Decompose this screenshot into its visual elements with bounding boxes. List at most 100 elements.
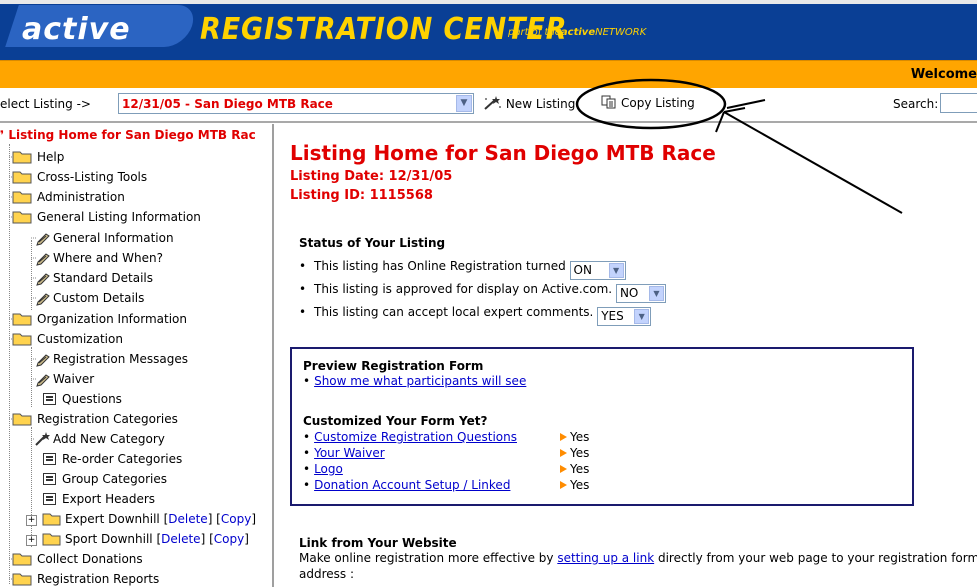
select-listing-label: elect Listing -> xyxy=(0,97,91,111)
sidebar-item-label: Registration Reports xyxy=(37,572,160,586)
status-value: Yes xyxy=(570,430,590,444)
preview-link[interactable]: Show me what participants will see xyxy=(314,374,526,388)
customized-heading: Customized Your Form Yet? xyxy=(303,414,488,428)
sidebar-item-general[interactable]: General Listing Information xyxy=(9,207,201,227)
main-content: Listing Home for San Diego MTB Race List… xyxy=(290,124,977,587)
donation-account-link[interactable]: Donation Account Setup / Linked xyxy=(314,478,510,492)
preview-row: • Show me what participants will see xyxy=(303,374,526,388)
delete-link[interactable]: Delete xyxy=(168,512,207,526)
search-label: Search: xyxy=(893,97,939,111)
sidebar-item-custom-details[interactable]: Custom Details xyxy=(31,288,144,308)
copy-link[interactable]: Copy xyxy=(221,512,251,526)
expand-plus-icon[interactable]: + xyxy=(26,515,37,526)
sidebar-item-label: Sport Downhill xyxy=(65,532,153,546)
copy-listing-label: Copy Listing xyxy=(621,96,695,110)
sidebar-item-label: Listing Home for San Diego MTB Rac xyxy=(8,128,256,142)
open-folder-icon xyxy=(9,210,33,224)
chevron-down-icon[interactable]: ▼ xyxy=(648,286,664,301)
approved-select[interactable]: NO ▼ xyxy=(615,284,666,303)
sidebar-item-add-category[interactable]: Add New Category xyxy=(31,429,165,449)
approved-value: NO xyxy=(619,286,639,300)
status-value: Yes xyxy=(570,462,590,476)
network-tagline: part of theactiveNETWORK xyxy=(508,27,646,38)
copy-listing-button[interactable]: Copy Listing xyxy=(601,95,695,110)
listing-select-value: 12/31/05 - San Diego MTB Race xyxy=(122,97,333,111)
sidebar-item-collect-donations[interactable]: Collect Donations xyxy=(9,549,143,569)
logo-link[interactable]: Logo xyxy=(314,462,343,476)
folder-icon xyxy=(41,512,61,526)
sidebar-item-administration[interactable]: Administration xyxy=(9,187,125,207)
edit-pencil-icon xyxy=(31,293,50,306)
listing-select[interactable]: 12/31/05 - San Diego MTB Race ▼ xyxy=(118,93,474,114)
bullet-icon: • xyxy=(303,478,311,492)
sidebar-item-label: Custom Details xyxy=(53,291,145,305)
chevron-down-icon[interactable]: ▼ xyxy=(456,95,472,112)
folder-icon xyxy=(9,150,33,164)
listing-toolbar: elect Listing -> 12/31/05 - San Diego MT… xyxy=(0,88,977,123)
registration-form-panel: Preview Registration Form • Show me what … xyxy=(290,347,914,506)
expand-plus-icon[interactable]: + xyxy=(26,535,37,546)
magic-wand-icon xyxy=(31,432,50,446)
sidebar-item-label: Collect Donations xyxy=(37,552,143,566)
comments-select[interactable]: YES ▼ xyxy=(597,307,652,326)
sidebar-item-expert-downhill[interactable]: + Expert Downhill [Delete] [Copy] xyxy=(26,509,256,529)
link-website-text: Make online registration more effective … xyxy=(299,551,977,565)
tree-connector xyxy=(31,492,39,506)
sidebar-item-cross-listing[interactable]: Cross-Listing Tools xyxy=(9,167,147,187)
setting-up-link[interactable]: setting up a link xyxy=(557,551,654,565)
waiver-link[interactable]: Your Waiver xyxy=(314,446,385,460)
edit-pencil-icon xyxy=(31,253,50,266)
header-banner: active REGISTRATION CENTER part of theac… xyxy=(0,0,977,60)
welcome-text: Welcome xyxy=(910,67,977,82)
red-marker-icon: ❜ xyxy=(0,128,5,142)
sidebar-item-help[interactable]: Help xyxy=(9,147,64,167)
chevron-down-icon[interactable]: ▼ xyxy=(634,309,650,324)
new-listing-button[interactable]: New Listing xyxy=(482,95,575,111)
sidebar-item-reorder[interactable]: Re-order Categories xyxy=(31,449,182,469)
edit-pencil-icon xyxy=(31,273,50,286)
sidebar-item-reg-reports[interactable]: Registration Reports xyxy=(9,569,159,587)
form-icon xyxy=(43,453,56,465)
bullet-icon: • xyxy=(303,374,311,388)
sidebar-item-questions[interactable]: Questions xyxy=(31,389,122,409)
custom-item-status: Yes xyxy=(560,446,589,460)
active-logo[interactable]: active xyxy=(22,12,131,47)
online-registration-select[interactable]: ON ▼ xyxy=(569,261,626,280)
delete-link[interactable]: Delete xyxy=(161,532,200,546)
chevron-down-icon[interactable]: ▼ xyxy=(608,263,624,278)
address-label: address : xyxy=(299,567,355,581)
status-comments-text: This listing can accept local expert com… xyxy=(314,305,594,319)
sidebar-item-listing-home[interactable]: ❜ Listing Home for San Diego MTB Rac xyxy=(0,125,256,145)
sidebar-item-organization[interactable]: Organization Information xyxy=(9,309,187,329)
custom-item-row: • Customize Registration Questions xyxy=(303,430,517,444)
status-approved-text: This listing is approved for display on … xyxy=(314,282,613,296)
sidebar-item-label: Standard Details xyxy=(53,271,154,285)
sidebar-item-group[interactable]: Group Categories xyxy=(31,469,167,489)
sidebar-item-label: Customization xyxy=(37,332,123,346)
sidebar-item-label: Administration xyxy=(37,190,125,204)
bullet-icon: • xyxy=(303,462,311,476)
listing-id: Listing ID: 1115568 xyxy=(290,188,433,203)
status-approved-row: • This listing is approved for display on… xyxy=(299,282,666,303)
customize-questions-link[interactable]: Customize Registration Questions xyxy=(314,430,517,444)
sidebar-item-waiver[interactable]: Waiver xyxy=(31,369,94,389)
sidebar-item-where-when[interactable]: Where and When? xyxy=(31,248,163,268)
folder-icon xyxy=(9,170,33,184)
status-comments-row: • This listing can accept local expert co… xyxy=(299,305,652,326)
tagline-suffix: NETWORK xyxy=(595,27,647,38)
sidebar-item-reg-categories[interactable]: Registration Categories xyxy=(9,409,178,429)
sidebar-item-general-info[interactable]: General Information xyxy=(31,228,174,248)
tree-connector xyxy=(31,452,39,466)
sidebar-item-standard-details[interactable]: Standard Details xyxy=(31,268,153,288)
copy-link[interactable]: Copy xyxy=(214,532,244,546)
sidebar-item-label: Expert Downhill xyxy=(65,512,160,526)
sidebar-item-label: Registration Categories xyxy=(37,412,178,426)
sidebar-item-customization[interactable]: Customization xyxy=(9,329,123,349)
sidebar-item-label: Where and When? xyxy=(53,251,163,265)
folder-icon xyxy=(9,572,33,586)
sidebar-item-export-headers[interactable]: Export Headers xyxy=(31,489,155,509)
sidebar-item-sport-downhill[interactable]: + Sport Downhill [Delete] [Copy] xyxy=(26,529,249,549)
sidebar-item-reg-messages[interactable]: Registration Messages xyxy=(31,349,188,369)
sidebar-item-label: Add New Category xyxy=(53,432,165,446)
search-input[interactable] xyxy=(940,93,977,113)
